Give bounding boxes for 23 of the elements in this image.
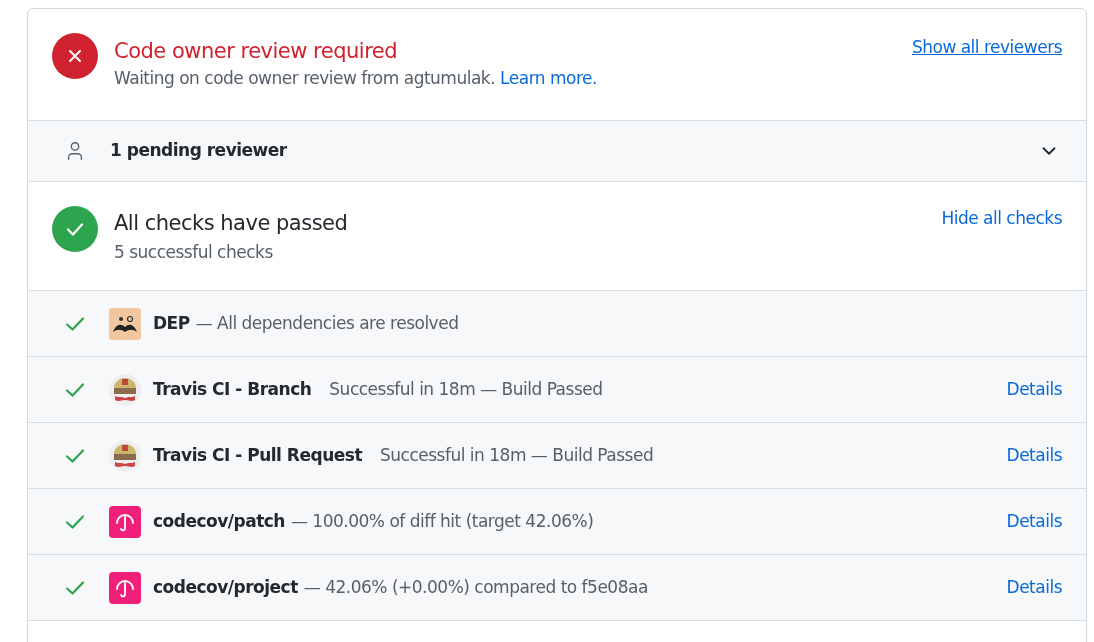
details-link[interactable]: Details [1006,442,1062,469]
details-link[interactable]: Details [1006,508,1062,535]
details-link[interactable]: Details [1006,574,1062,601]
check-name: Travis CI - Branch [153,377,312,401]
check-description: — 42.06% (+0.00%) compared to f5e08aa [303,575,649,599]
check-description: — All dependencies are resolved [195,311,460,335]
checks-title: All checks have passed [114,210,349,237]
hide-checks-link[interactable]: Hide all checks [941,206,1062,232]
learn-more-link[interactable]: Learn more. [500,65,597,91]
check-description: — 100.00% of diff hit (target 42.06%) [290,509,595,533]
check-description: Successful in 18m — Build Passed [380,443,655,467]
check-name: codecov/patch [153,509,285,533]
check-name: DEP [153,311,190,335]
check-description: Successful in 18m — Build Passed [329,377,604,401]
check-name: codecov/project [153,575,298,599]
pending-reviewers-label: 1 pending reviewer [110,139,288,163]
review-message: Waiting on code owner review from agtumulak. [114,67,496,90]
checks-subtitle: 5 successful checks [114,241,274,264]
check-name: Travis CI - Pull Request [153,443,363,467]
show-reviewers-link[interactable]: Show all reviewers [911,35,1062,61]
review-title: Code owner review required [114,38,399,65]
pending-reviewers-bar[interactable]: 1 pending reviewer [28,121,1086,182]
details-link[interactable]: Details [1006,376,1062,403]
